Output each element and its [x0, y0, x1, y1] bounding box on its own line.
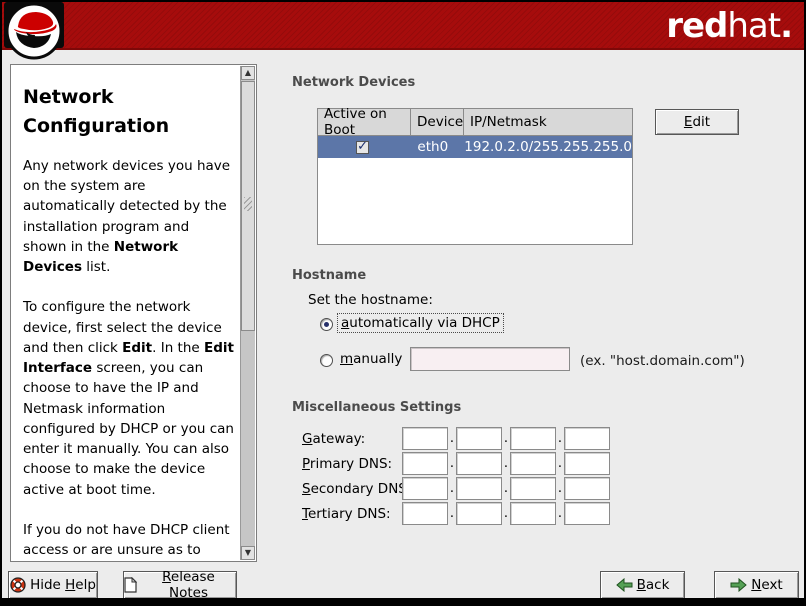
help-title: Network Configuration — [23, 83, 236, 142]
radio-manual[interactable] — [320, 354, 333, 367]
secondary-dns-octet-2[interactable] — [456, 477, 502, 500]
document-icon — [124, 577, 137, 593]
active-on-boot-checkbox[interactable] — [356, 141, 369, 154]
table-header-row: Active on Boot Device IP/Netmask — [318, 109, 632, 136]
primary-dns-octet-2[interactable] — [456, 452, 502, 475]
secondary-dns-label: Secondary DNS: — [302, 481, 411, 497]
network-devices-section-label: Network Devices — [292, 75, 415, 90]
scroll-thumb-grip — [244, 197, 252, 211]
primary-dns-octet-4[interactable] — [564, 452, 610, 475]
column-header-device[interactable]: Device — [411, 109, 464, 136]
release-notes-button[interactable]: Release Notes — [123, 571, 237, 599]
gateway-octet-4[interactable] — [564, 427, 610, 450]
network-devices-table: Active on Boot Device IP/Netmask eth0 19… — [317, 108, 633, 245]
green-right-arrow-icon — [730, 578, 747, 592]
next-button[interactable]: Next — [714, 571, 799, 599]
shadowman-logo-icon — [4, 2, 68, 62]
scroll-down-button[interactable]: ▼ — [241, 546, 255, 560]
tertiary-dns-octet-3[interactable] — [510, 502, 556, 525]
help-content: Network Configuration Any network device… — [11, 65, 240, 561]
radio-automatic-dhcp[interactable] — [320, 318, 333, 331]
scroll-up-button[interactable]: ▲ — [241, 66, 255, 80]
brand-bold: red — [666, 6, 727, 46]
redhat-wordmark: redhat. — [666, 4, 792, 48]
primary-dns-octet-1[interactable] — [402, 452, 448, 475]
brand-light: hat — [727, 6, 780, 46]
set-hostname-prompt: Set the hostname: — [308, 292, 433, 308]
back-button[interactable]: Back — [600, 571, 685, 599]
column-header-ip-netmask[interactable]: IP/Netmask — [464, 109, 632, 136]
hostname-example-hint: (ex. "host.domain.com") — [580, 353, 745, 369]
tertiary-dns-octet-2[interactable] — [456, 502, 502, 525]
secondary-dns-octet-row: ... — [402, 477, 610, 500]
ip-netmask-cell: 192.0.2.0/255.255.255.0 — [458, 136, 632, 158]
scroll-thumb[interactable] — [241, 81, 255, 331]
gateway-label: Gateway: — [302, 431, 365, 447]
help-paragraph: If you do not have DHCP client access or… — [23, 520, 236, 561]
help-paragraphs: Any network devices you have on the syst… — [23, 156, 236, 561]
table-row-eth0[interactable]: eth0 192.0.2.0/255.255.255.0 — [318, 136, 632, 158]
radio-automatic-dhcp-label[interactable]: automatically via DHCP — [337, 313, 504, 333]
radio-manual-label[interactable]: manually — [340, 351, 402, 367]
help-panel: Network Configuration Any network device… — [10, 64, 257, 562]
hide-help-button[interactable]: Hide Help — [8, 571, 98, 599]
primary-dns-label: Primary DNS: — [302, 456, 392, 472]
edit-button[interactable]: Edit — [655, 109, 739, 135]
secondary-dns-octet-1[interactable] — [402, 477, 448, 500]
secondary-dns-octet-3[interactable] — [510, 477, 556, 500]
help-paragraph: To configure the network device, first s… — [23, 297, 236, 500]
column-header-active-on-boot[interactable]: Active on Boot — [318, 109, 411, 136]
green-left-arrow-icon — [616, 578, 633, 592]
installer-window: redhat. Network Configuration Any networ… — [0, 0, 806, 606]
primary-dns-octet-row: ... — [402, 452, 610, 475]
gateway-octet-1[interactable] — [402, 427, 448, 450]
tertiary-dns-octet-1[interactable] — [402, 502, 448, 525]
help-paragraph: Any network devices you have on the syst… — [23, 156, 236, 278]
brand-period: . — [780, 6, 792, 46]
secondary-dns-octet-4[interactable] — [564, 477, 610, 500]
help-scrollbar[interactable]: ▲ ▼ — [240, 66, 255, 560]
tertiary-dns-label: Tertiary DNS: — [302, 506, 391, 522]
gateway-octet-2[interactable] — [456, 427, 502, 450]
tertiary-dns-octet-4[interactable] — [564, 502, 610, 525]
life-ring-icon — [10, 577, 26, 593]
misc-settings-section-label: Miscellaneous Settings — [292, 400, 461, 415]
active-on-boot-cell — [318, 136, 407, 158]
header-banner: redhat. — [2, 2, 804, 50]
hostname-section-label: Hostname — [292, 268, 366, 283]
manual-hostname-input[interactable] — [410, 347, 570, 371]
gateway-octet-3[interactable] — [510, 427, 556, 450]
tertiary-dns-octet-row: ... — [402, 502, 610, 525]
device-cell: eth0 — [407, 136, 458, 158]
gateway-octet-row: ... — [402, 427, 610, 450]
primary-dns-octet-3[interactable] — [510, 452, 556, 475]
